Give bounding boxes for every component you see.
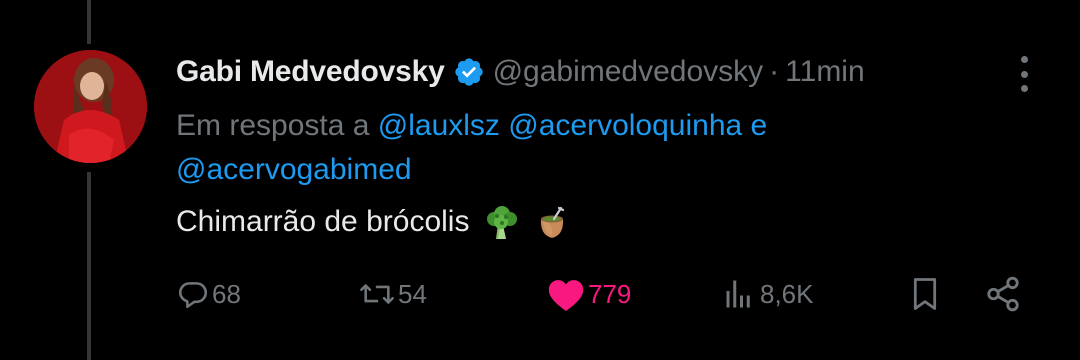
views-button[interactable]: 8,6K <box>722 272 814 316</box>
display-name[interactable]: Gabi Medvedovsky <box>176 55 445 89</box>
views-count: 8,6K <box>760 278 814 309</box>
reply-count: 68 <box>212 278 241 309</box>
timestamp[interactable]: 11min <box>785 55 864 89</box>
more-options-icon[interactable] <box>1012 56 1036 92</box>
tweet-header: Gabi Medvedovsky @gabimedvedovsky · 11mi… <box>176 52 865 92</box>
bookmark-button[interactable] <box>908 272 942 316</box>
thread-line-bottom <box>87 172 91 360</box>
broccoli-emoji-icon <box>484 205 520 241</box>
avatar-image <box>34 50 147 163</box>
thread-line-top <box>87 0 91 44</box>
avatar[interactable] <box>34 50 147 163</box>
reply-icon <box>176 277 210 311</box>
retweet-count: 54 <box>398 278 427 309</box>
reply-context: Em resposta a @lauxlsz @acervoloquinha e… <box>176 104 936 192</box>
share-button[interactable] <box>984 272 1022 316</box>
verified-badge-icon <box>453 56 485 88</box>
views-icon <box>722 276 758 312</box>
like-count: 779 <box>588 278 632 309</box>
mate-emoji-icon <box>534 205 570 241</box>
mention-link[interactable]: @acervogabimed <box>176 153 412 186</box>
more-dot <box>1020 70 1028 78</box>
bookmark-icon <box>908 276 942 312</box>
handle[interactable]: @gabimedvedovsky <box>493 55 764 89</box>
retweet-icon <box>358 277 396 311</box>
retweet-button[interactable]: 54 <box>358 272 427 316</box>
reply-prefix: Em resposta a <box>176 109 370 142</box>
mention-conjunction: e <box>750 109 768 142</box>
reply-button[interactable]: 68 <box>176 272 241 316</box>
like-button[interactable]: 779 <box>546 272 631 316</box>
separator-dot: · <box>769 55 780 88</box>
tweet-body: Chimarrão de brócolis <box>176 200 570 244</box>
more-dot <box>1020 56 1028 63</box>
share-icon <box>984 275 1022 313</box>
more-dot <box>1020 85 1028 92</box>
action-bar: 68 54 779 8,6K <box>0 272 1080 316</box>
heart-icon <box>546 276 586 312</box>
mention-link[interactable]: @acervoloquinha <box>508 109 742 142</box>
tweet-text: Chimarrão de brócolis <box>176 205 470 238</box>
mention-link[interactable]: @lauxlsz <box>378 109 500 142</box>
